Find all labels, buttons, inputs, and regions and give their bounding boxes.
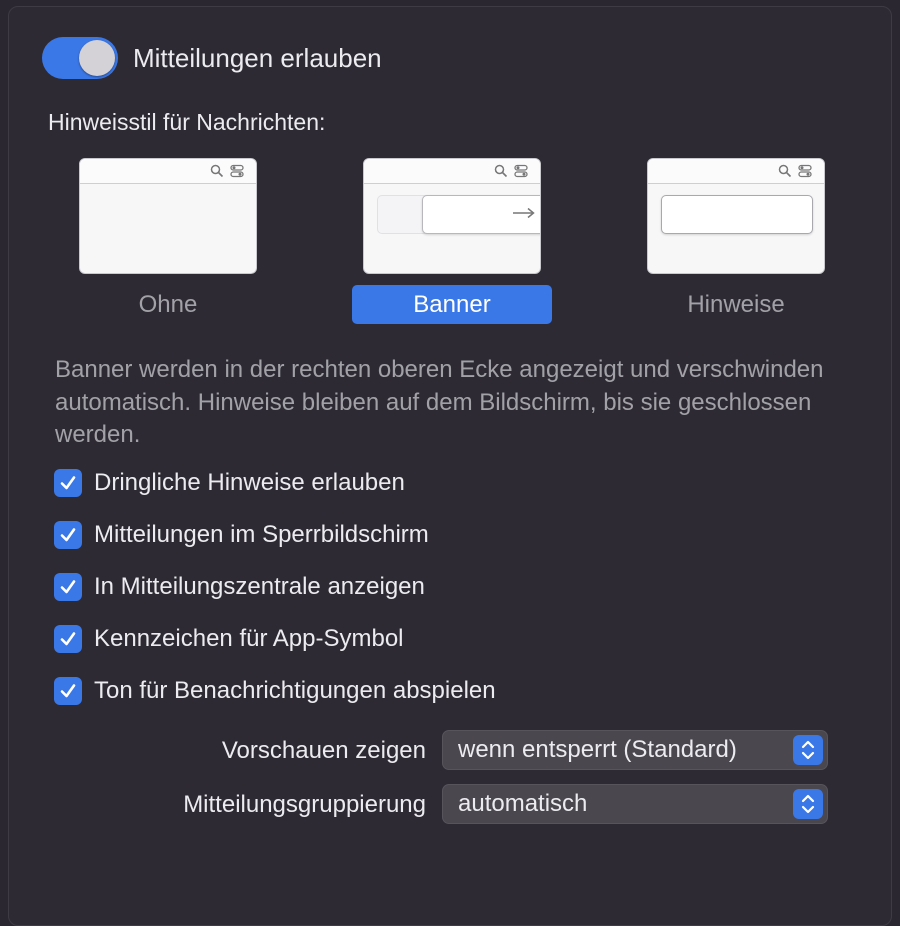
alert-style-alerts-label[interactable]: Hinweise xyxy=(636,285,836,324)
checkbox-label: Dringliche Hinweise erlauben xyxy=(94,469,405,496)
select-value: automatisch xyxy=(458,790,588,817)
show-previews-select[interactable]: wenn entsperrt (Standard) xyxy=(442,730,828,770)
checkmark-icon xyxy=(60,528,76,542)
alert-style-alerts-tile[interactable] xyxy=(647,158,825,274)
alert-style-none-label[interactable]: Ohne xyxy=(68,285,268,324)
alert-style-banner-label[interactable]: Banner xyxy=(352,285,552,324)
checkmark-icon xyxy=(60,476,76,490)
alert-style-banner-tile[interactable] xyxy=(363,158,541,274)
checkmark-icon xyxy=(60,632,76,646)
allow-notifications-toggle[interactable] xyxy=(42,37,118,79)
tile-menubar xyxy=(80,159,256,184)
toggle-knob xyxy=(79,40,115,76)
notification-grouping-label: Mitteilungsgruppierung xyxy=(183,791,426,818)
checkbox-checked[interactable] xyxy=(54,625,82,653)
show-previews-label: Vorschauen zeigen xyxy=(221,737,426,764)
select-value: wenn entsperrt (Standard) xyxy=(458,736,737,763)
checkbox-label: Mitteilungen im Sperrbildschirm xyxy=(94,521,429,548)
allow-notifications-label: Mitteilungen erlauben xyxy=(133,43,382,73)
arrow-right-icon xyxy=(513,207,535,219)
notification-grouping-select[interactable]: automatisch xyxy=(442,784,828,824)
alert-style-heading: Hinweisstil für Nachrichten: xyxy=(48,109,326,135)
checkbox-label: Ton für Benachrichtigungen abspielen xyxy=(94,677,496,704)
control-center-icon xyxy=(798,164,812,178)
search-icon xyxy=(210,164,224,178)
chevron-up-down-icon[interactable] xyxy=(793,789,823,819)
search-icon xyxy=(494,164,508,178)
tile-menubar xyxy=(364,159,540,184)
checkbox-checked[interactable] xyxy=(54,677,82,705)
alert-preview xyxy=(661,195,813,234)
alert-style-description: Banner werden in der rechten oberen Ecke… xyxy=(55,356,824,448)
control-center-icon xyxy=(230,164,244,178)
checkbox-label: Kennzeichen für App-Symbol xyxy=(94,625,404,652)
checkbox-checked[interactable] xyxy=(54,521,82,549)
checkbox-checked[interactable] xyxy=(54,469,82,497)
control-center-icon xyxy=(514,164,528,178)
checkmark-icon xyxy=(60,684,76,698)
alert-style-none-tile[interactable] xyxy=(79,158,257,274)
checkmark-icon xyxy=(60,580,76,594)
search-icon xyxy=(778,164,792,178)
checkbox-label: In Mitteilungszentrale anzeigen xyxy=(94,573,425,600)
chevron-up-down-icon[interactable] xyxy=(793,735,823,765)
checkbox-checked[interactable] xyxy=(54,573,82,601)
tile-menubar xyxy=(648,159,824,184)
